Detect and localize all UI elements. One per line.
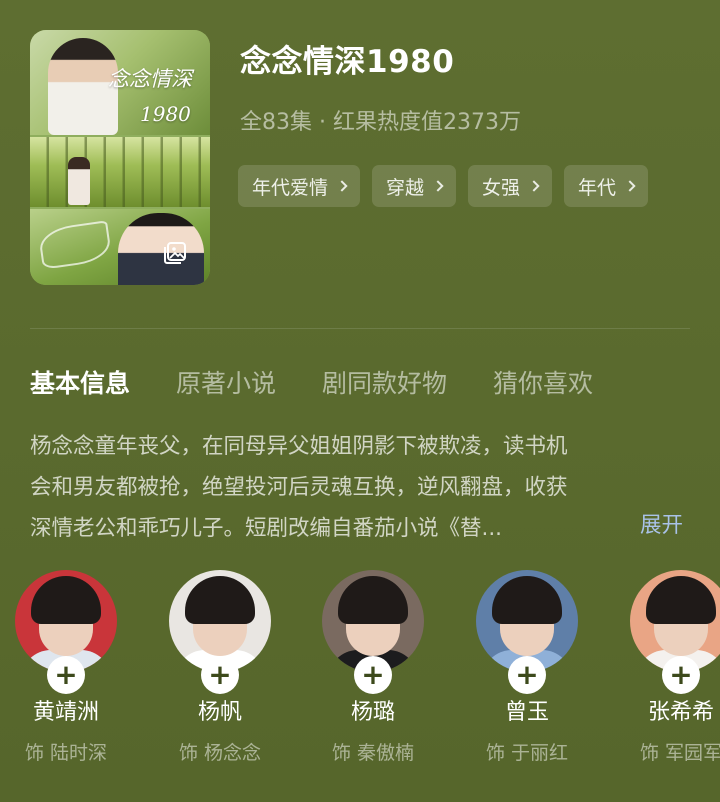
follow-plus-button[interactable]: + [354,656,392,694]
cast-list: + 黄靖洲 饰 陆时深 + 杨帆 饰 杨念念 + 杨璐 饰 秦傲楠 + 曾玉 饰… [0,570,720,802]
avatar-hair [492,576,562,624]
avatar-hair [646,576,716,624]
poster-year-text: 1980 [140,102,191,126]
cast-member[interactable]: + 张希希 饰 军园军 [604,570,720,765]
tab-same-products[interactable]: 剧同款好物 [322,364,447,400]
poster-scribble [37,220,113,270]
tag-label: 穿越 [386,176,425,199]
synopsis-line: 深情老公和乖巧儿子。短剧改编自番茄小说《替... [30,516,503,541]
tab-original-novel[interactable]: 原著小说 [176,364,276,400]
poster-trees [30,137,210,207]
poster-title-text: 念念情深 [108,67,192,91]
tab-basic-info[interactable]: 基本信息 [30,364,130,400]
cast-role: 饰 军园军 [639,742,720,764]
tag-label: 年代 [578,176,617,199]
gallery-icon[interactable] [162,240,188,266]
synopsis-line: 杨念念童年丧父，在同母异父姐姐阴影下被欺凌，读书机 [30,434,568,459]
poster-panel-middle [30,137,210,207]
tag-label: 女强 [482,176,521,199]
chevron-right-icon [624,180,636,192]
cast-member[interactable]: + 杨璐 饰 秦傲楠 [296,570,450,765]
cast-member[interactable]: + 曾玉 饰 于丽红 [450,570,604,765]
cast-name: 杨帆 [197,700,242,725]
cast-role: 饰 秦傲楠 [331,742,415,764]
cast-role: 饰 陆时深 [24,742,108,764]
synopsis: 杨念念童年丧父，在同母异父姐姐阴影下被欺凌，读书机 会和男友都被抢，绝望投河后灵… [30,426,696,549]
drama-poster[interactable]: 念念情深 1980 [30,30,210,285]
chevron-right-icon [432,180,444,192]
cast-member[interactable]: + 杨帆 饰 杨念念 [143,570,297,765]
tag-chip[interactable]: 穿越 [372,165,457,207]
cast-role: 饰 杨念念 [178,742,262,764]
cast-name: 黄靖洲 [32,700,99,725]
tag-chip[interactable]: 年代 [564,165,649,207]
follow-plus-button[interactable]: + [508,656,546,694]
follow-plus-button[interactable]: + [47,656,85,694]
expand-link[interactable]: 展开 [640,508,683,539]
cast-name: 曾玉 [504,700,549,725]
poster-couple [68,157,90,205]
drama-title: 念念情深1980 [240,44,455,80]
poster-panel-top: 念念情深 1980 [30,30,210,135]
avatar-hair [338,576,408,624]
synopsis-line: 会和男友都被抢，绝望投河后灵魂互换，逆风翻盘，收获 [30,475,568,500]
drama-detail-page: 念念情深 1980 念念情深1980 全83集 · 红果热度值2373万 年代爱… [0,0,720,802]
poster-lead-actress [118,213,204,285]
cast-member[interactable]: + 黄靖洲 饰 陆时深 [0,570,143,765]
chevron-right-icon [336,180,348,192]
avatar-hair [185,576,255,624]
drama-meta: 全83集 · 红果热度值2373万 [240,110,521,135]
tag-label: 年代爱情 [252,176,329,199]
tag-chip[interactable]: 年代爱情 [238,165,361,207]
avatar-hair [31,576,101,624]
cast-role: 饰 于丽红 [485,742,569,764]
chevron-right-icon [528,180,540,192]
follow-plus-button[interactable]: + [201,656,239,694]
tab-recommendations[interactable]: 猜你喜欢 [493,364,593,400]
tag-list: 年代爱情 穿越 女强 年代 [238,165,649,207]
info-tabs: 基本信息 原著小说 剧同款好物 猜你喜欢 [30,364,593,400]
cast-name: 张希希 [647,700,714,725]
cast-name: 杨璐 [350,700,395,725]
section-divider [30,328,690,329]
follow-plus-button[interactable]: + [662,656,700,694]
tag-chip[interactable]: 女强 [468,165,553,207]
